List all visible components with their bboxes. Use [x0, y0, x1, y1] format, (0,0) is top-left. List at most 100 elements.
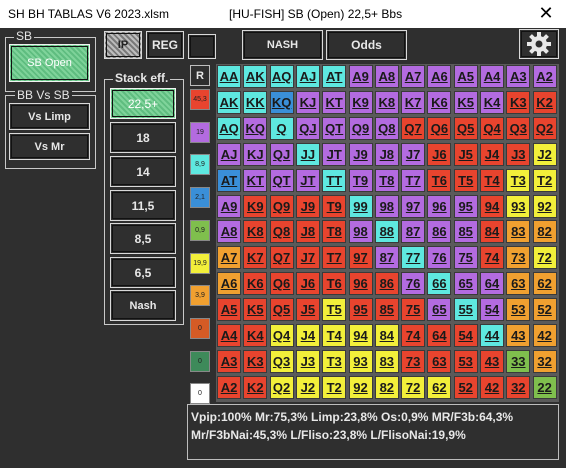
hand-cell[interactable]: A3	[217, 349, 241, 373]
hand-cell[interactable]: K6	[427, 90, 452, 114]
hand-cell[interactable]: J3	[295, 349, 320, 373]
hand-cell[interactable]: 98	[348, 220, 373, 244]
hand-cell[interactable]: A6	[217, 272, 241, 296]
hand-cell[interactable]: Q5	[453, 116, 478, 140]
blank-toggle-button[interactable]	[188, 34, 216, 59]
hand-cell[interactable]: 53	[506, 298, 531, 322]
settings-button[interactable]	[519, 29, 559, 59]
hand-cell[interactable]: A2	[217, 375, 241, 399]
close-icon[interactable]: ✕	[536, 2, 556, 24]
stack-option-6-5[interactable]: 6,5	[110, 257, 176, 288]
hand-cell[interactable]: K2	[532, 90, 557, 114]
hand-cell[interactable]: AJ	[295, 65, 320, 88]
hand-cell[interactable]: 33	[506, 349, 531, 373]
vs-mr-button[interactable]: Vs Mr	[9, 133, 90, 160]
hand-cell[interactable]: 32	[506, 375, 531, 399]
hand-cell[interactable]: K5	[243, 298, 268, 322]
hand-cell[interactable]: K8	[243, 220, 268, 244]
hand-cell[interactable]: K4	[480, 90, 504, 114]
hand-cell[interactable]: JT	[322, 142, 347, 166]
hand-cell[interactable]: T9	[322, 194, 347, 218]
hand-cell[interactable]: 83	[374, 349, 399, 373]
hand-cell[interactable]: A7	[401, 65, 426, 88]
hand-cell[interactable]: J4	[480, 142, 504, 166]
hand-cell[interactable]: TT	[322, 168, 347, 192]
hand-cell[interactable]: J9	[295, 194, 320, 218]
hand-cell[interactable]: 63	[506, 272, 531, 296]
hand-cell[interactable]: 43	[506, 324, 531, 347]
hand-cell[interactable]: 63	[427, 349, 452, 373]
hand-cell[interactable]: 94	[348, 324, 373, 347]
hand-cell[interactable]: Q7	[401, 116, 426, 140]
hand-cell[interactable]: Q6	[427, 116, 452, 140]
hand-cell[interactable]: 22	[532, 375, 557, 399]
hand-cell[interactable]: 64	[427, 324, 452, 347]
hand-cell[interactable]: Q4	[269, 324, 294, 347]
hand-cell[interactable]: 73	[506, 246, 531, 270]
hand-cell[interactable]: 72	[401, 375, 426, 399]
hand-cell[interactable]: 93	[348, 349, 373, 373]
odds-button[interactable]: Odds	[326, 30, 407, 60]
hand-cell[interactable]: KK	[243, 90, 268, 114]
hand-cell[interactable]: J5	[453, 142, 478, 166]
hand-cell[interactable]: K3	[243, 349, 268, 373]
hand-cell[interactable]: Q3	[506, 116, 531, 140]
hand-cell[interactable]: 42	[532, 324, 557, 347]
hand-cell[interactable]: 64	[480, 272, 504, 296]
hand-cell[interactable]: 52	[532, 298, 557, 322]
hand-cell[interactable]: 32	[532, 349, 557, 373]
hand-cell[interactable]: 75	[453, 246, 478, 270]
hand-cell[interactable]: A8	[374, 65, 399, 88]
hand-cell[interactable]: T8	[322, 220, 347, 244]
hand-cell[interactable]: 97	[348, 246, 373, 270]
hand-cell[interactable]: K9	[348, 90, 373, 114]
hand-cell[interactable]: A5	[453, 65, 478, 88]
vs-limp-button[interactable]: Vs Limp	[9, 103, 90, 130]
hand-cell[interactable]: 96	[348, 272, 373, 296]
hand-cell[interactable]: AT	[322, 65, 347, 88]
hand-cell[interactable]: T2	[532, 168, 557, 192]
hand-cell[interactable]: 88	[374, 220, 399, 244]
hand-cell[interactable]: 72	[532, 246, 557, 270]
hand-cell[interactable]: Q9	[348, 116, 373, 140]
hand-cell[interactable]: 92	[532, 194, 557, 218]
hand-cell[interactable]: T8	[374, 168, 399, 192]
hand-cell[interactable]: 93	[506, 194, 531, 218]
stack-option-11-5[interactable]: 11,5	[110, 190, 176, 221]
hand-cell[interactable]: T7	[322, 246, 347, 270]
hand-cell[interactable]: 82	[374, 375, 399, 399]
hand-cell[interactable]: J4	[295, 324, 320, 347]
hand-cell[interactable]: 92	[348, 375, 373, 399]
hand-cell[interactable]: T2	[322, 375, 347, 399]
hand-cell[interactable]: J5	[295, 298, 320, 322]
hand-cell[interactable]: KQ	[243, 116, 268, 140]
hand-cell[interactable]: 75	[401, 298, 426, 322]
hand-cell[interactable]: QT	[269, 168, 294, 192]
hand-cell[interactable]: K2	[243, 375, 268, 399]
hand-cell[interactable]: 62	[427, 375, 452, 399]
stack-option-22-5-plus[interactable]: 22,5+	[110, 88, 176, 119]
hand-cell[interactable]: KT	[322, 90, 347, 114]
hand-cell[interactable]: 76	[427, 246, 452, 270]
hand-cell[interactable]: AK	[243, 65, 268, 88]
hand-cell[interactable]: 65	[453, 272, 478, 296]
hand-cell[interactable]: A2	[532, 65, 557, 88]
stack-option-8-5[interactable]: 8,5	[110, 223, 176, 254]
hand-cell[interactable]: J3	[506, 142, 531, 166]
hand-cell[interactable]: J9	[348, 142, 373, 166]
hand-cell[interactable]: K6	[243, 272, 268, 296]
hand-cell[interactable]: JT	[295, 168, 320, 192]
hand-cell[interactable]: KJ	[243, 142, 268, 166]
hand-cell[interactable]: AT	[217, 168, 241, 192]
hand-cell[interactable]: Q5	[269, 298, 294, 322]
hand-cell[interactable]: QT	[322, 116, 347, 140]
hand-cell[interactable]: 65	[427, 298, 452, 322]
hand-cell[interactable]: 74	[401, 324, 426, 347]
hand-cell[interactable]: J6	[295, 272, 320, 296]
hand-cell[interactable]: Q3	[269, 349, 294, 373]
hand-cell[interactable]: Q9	[269, 194, 294, 218]
hand-cell[interactable]: A9	[348, 65, 373, 88]
hand-cell[interactable]: KT	[243, 168, 268, 192]
hand-cell[interactable]: A7	[217, 246, 241, 270]
hand-cell[interactable]: JJ	[295, 142, 320, 166]
